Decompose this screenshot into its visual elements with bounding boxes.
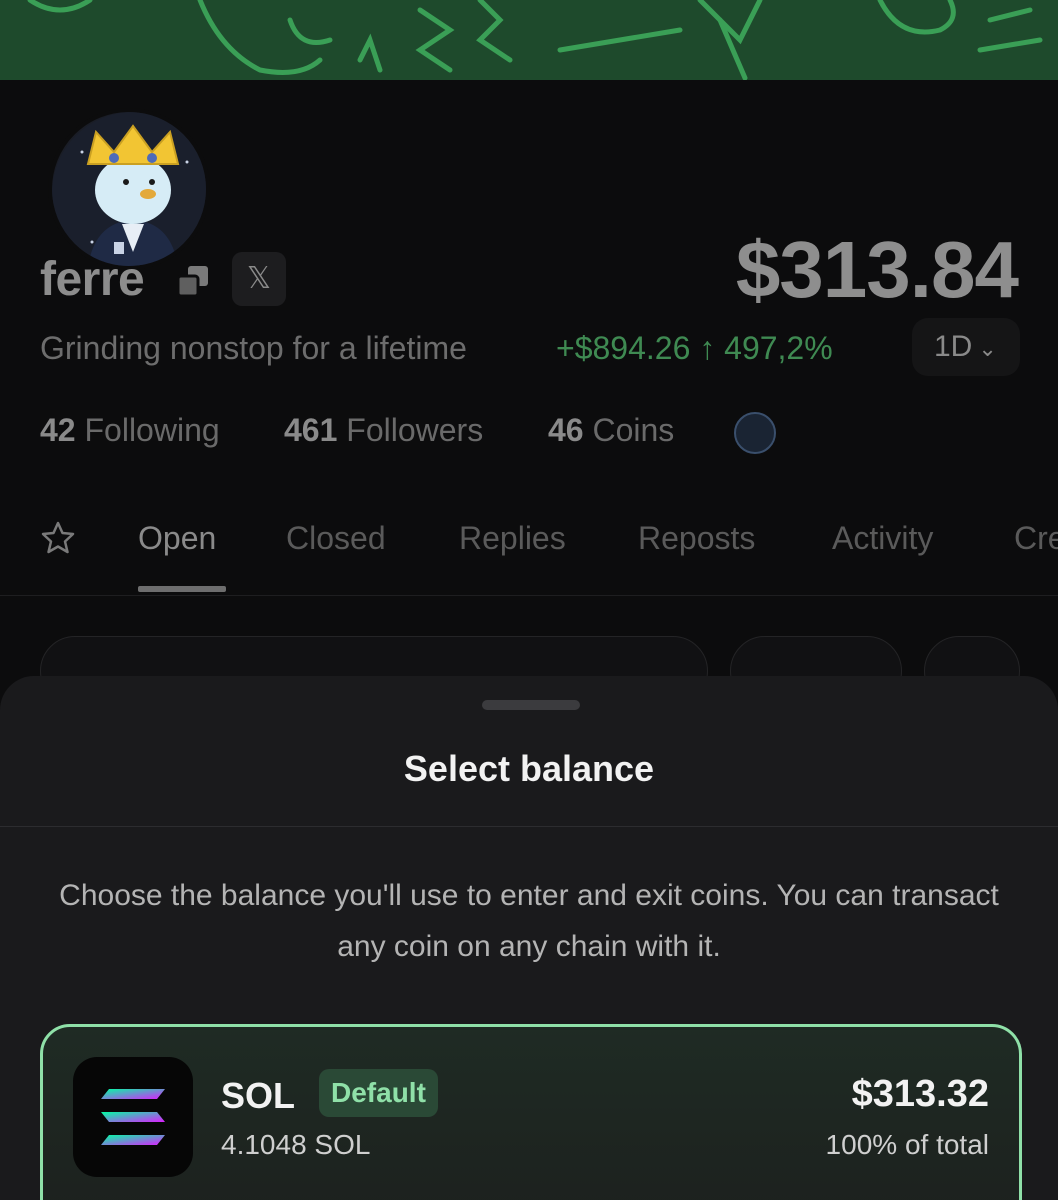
profile-section: ferre 𝕏 $313.84 Grinding nonstop for a l… (0, 80, 1058, 720)
star-icon[interactable] (40, 520, 76, 556)
coin-share: 100% of total (825, 1129, 989, 1160)
followers-stat[interactable]: 461 Followers (284, 412, 483, 449)
tab-open[interactable]: Open (138, 520, 216, 557)
followers-count: 461 (284, 412, 338, 448)
default-badge: Default (319, 1069, 438, 1117)
copy-icon[interactable] (176, 264, 210, 298)
balance-option-sol[interactable]: SOL Default 4.1048 SOL $313.32 100% of t… (40, 1024, 1022, 1200)
period-selector[interactable]: 1D ⌄ (912, 318, 1020, 376)
coin-amount: 4.1048 SOL (221, 1129, 371, 1160)
sheet-grabber[interactable] (482, 700, 580, 710)
portfolio-value: $313.84 (735, 225, 1019, 314)
coins-stat[interactable]: 46 Coins (548, 412, 674, 449)
period-label: 1D (934, 330, 973, 363)
coin-symbol: SOL (221, 1075, 296, 1116)
select-balance-sheet: Select balance Choose the balance you'll… (0, 676, 1058, 1200)
achievement-badge-icon[interactable] (734, 412, 776, 454)
profile-bio: Grinding nonstop for a lifetime (40, 330, 467, 366)
sheet-description: Choose the balance you'll use to enter a… (59, 879, 999, 963)
tab-replies[interactable]: Replies (459, 520, 566, 557)
profile-tabs: Open Closed Replies Reposts Activity Cre (0, 520, 1058, 596)
x-profile-link[interactable]: 𝕏 (232, 252, 286, 306)
coins-count: 46 (548, 412, 584, 448)
x-icon: 𝕏 (246, 262, 272, 295)
tab-closed[interactable]: Closed (286, 520, 386, 557)
following-stat[interactable]: 42 Following (40, 412, 220, 449)
tab-created[interactable]: Cre (1014, 520, 1058, 557)
profile-username: ferre (40, 253, 145, 306)
tab-activity[interactable]: Activity (832, 520, 933, 557)
solana-icon (73, 1057, 193, 1177)
following-label: Following (84, 412, 220, 448)
active-tab-indicator (138, 586, 226, 592)
following-count: 42 (40, 412, 76, 448)
profile-avatar[interactable] (48, 108, 210, 270)
app-root: ferre 𝕏 $313.84 Grinding nonstop for a l… (0, 0, 1058, 1200)
sheet-title: Select balance (403, 748, 655, 789)
portfolio-change: +$894.26 ↑ 497,2% (556, 330, 833, 366)
chevron-down-icon: ⌄ (978, 336, 997, 361)
followers-label: Followers (346, 412, 484, 448)
tab-reposts[interactable]: Reposts (638, 520, 755, 557)
coins-label: Coins (592, 412, 675, 448)
coin-usd-value: $313.32 (851, 1073, 989, 1115)
sheet-divider (0, 826, 1058, 827)
profile-banner (0, 0, 1058, 80)
